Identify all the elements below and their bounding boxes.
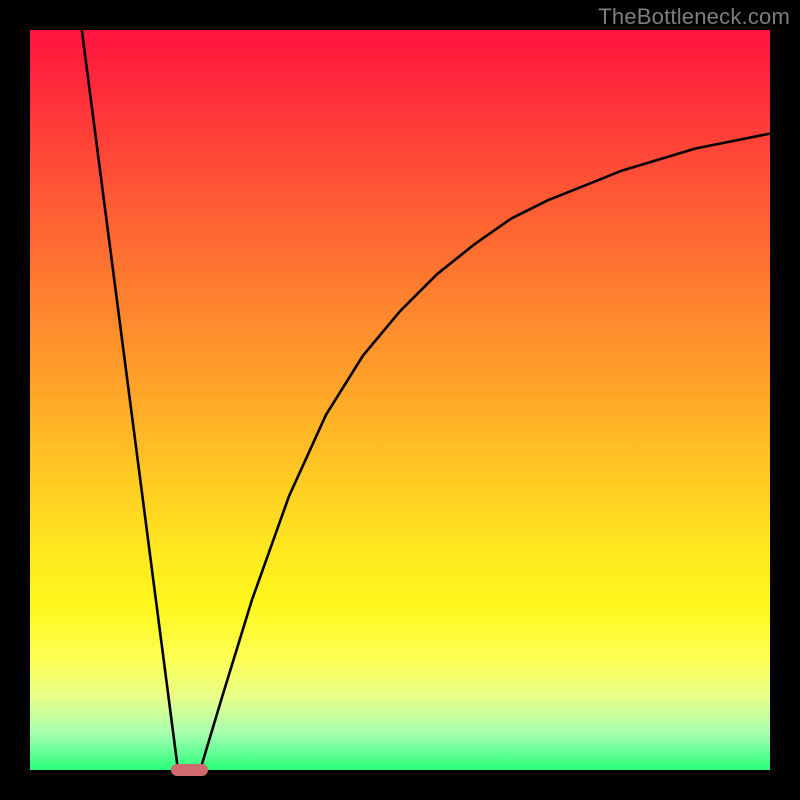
chart-frame: TheBottleneck.com (0, 0, 800, 800)
optimal-marker (171, 764, 208, 776)
watermark-text: TheBottleneck.com (598, 4, 790, 30)
curve-path (82, 30, 770, 770)
plot-area (30, 30, 770, 770)
bottleneck-curve (30, 30, 770, 770)
